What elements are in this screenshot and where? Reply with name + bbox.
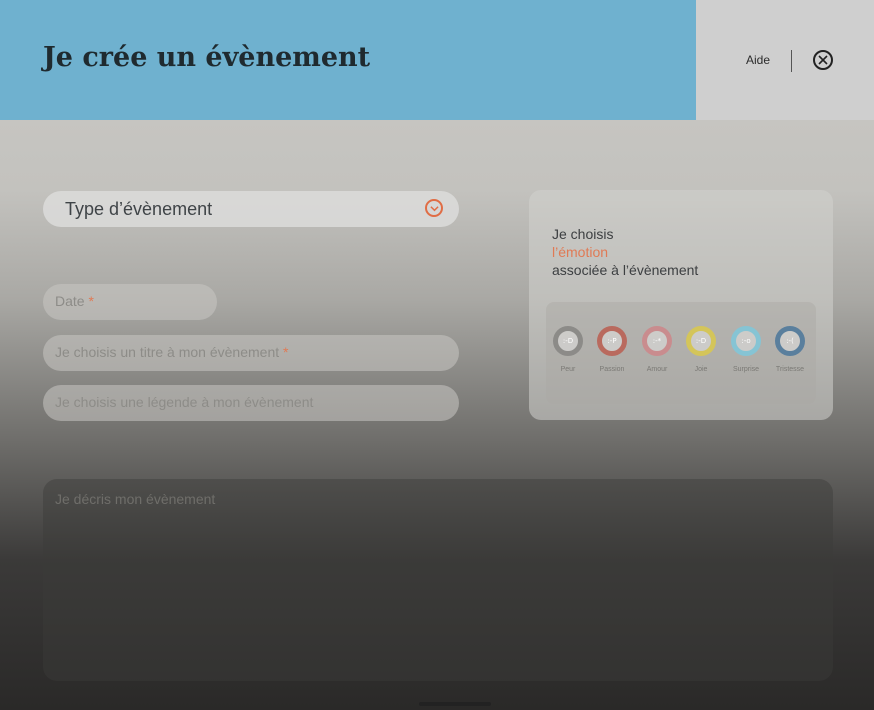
emotion-label: Peur <box>560 366 576 373</box>
emotion-passion-icon: :-P <box>597 326 627 356</box>
description-placeholder: Je décris mon évènement <box>55 491 216 507</box>
chevron-glyph <box>429 205 439 211</box>
emotion-surprise-icon: :-o <box>731 326 761 356</box>
emotion-passion[interactable]: :-P Passion <box>592 326 632 373</box>
legend-field[interactable]: Je choisis une légende à mon évènement <box>43 385 459 421</box>
required-mark: * <box>88 293 94 309</box>
emotion-label: Passion <box>599 366 625 373</box>
emotion-tristesse-icon: :-( <box>775 326 805 356</box>
page-title: Je crée un évènement <box>43 42 371 73</box>
home-indicator <box>419 702 491 706</box>
emotion-surprise[interactable]: :-o Surprise <box>726 326 766 373</box>
close-icon[interactable] <box>813 50 833 70</box>
event-type-select[interactable]: Type d’évènement <box>43 191 459 227</box>
emotion-tristesse[interactable]: :-( Tristesse <box>770 326 810 373</box>
header-bar: Je crée un évènement <box>0 0 696 120</box>
emotion-amour[interactable]: :-* Amour <box>637 326 677 373</box>
emotion-prompt: Je choisis l’émotion associée à l’évènem… <box>552 225 698 279</box>
emotion-label: Joie <box>694 366 708 373</box>
face-glyph: :-* <box>652 337 662 345</box>
header-actions: Aide <box>696 0 874 120</box>
emotion-joie-icon: :-D <box>686 326 716 356</box>
emotion-joie[interactable]: :-D Joie <box>681 326 721 373</box>
emotion-peur-icon: :-D <box>553 326 583 356</box>
emotion-prompt-line3: associée à l’évènement <box>552 262 699 278</box>
description-textarea[interactable]: Je décris mon évènement <box>43 479 833 681</box>
face-glyph: :-D <box>695 337 707 345</box>
date-placeholder: Date * <box>55 293 94 309</box>
date-label: Date <box>55 293 85 309</box>
required-mark: * <box>283 344 289 360</box>
help-link[interactable]: Aide <box>746 53 770 67</box>
title-field[interactable]: Je choisis un titre à mon évènement * <box>43 335 459 371</box>
close-x-glyph <box>818 55 828 65</box>
emotion-peur[interactable]: :-D Peur <box>548 326 588 373</box>
emotion-card: Je choisis l’émotion associée à l’évènem… <box>529 190 833 420</box>
emotion-prompt-line1: Je choisis <box>552 226 614 242</box>
emotion-tray: :-D Peur :-P Passion :-* Amour :-D Joie … <box>546 302 816 404</box>
legend-placeholder: Je choisis une légende à mon évènement <box>55 394 314 410</box>
title-placeholder: Je choisis un titre à mon évènement * <box>55 344 288 360</box>
emotion-prompt-accent: l’émotion <box>552 244 609 260</box>
chevron-down-icon[interactable] <box>425 199 443 217</box>
face-glyph: :-o <box>741 337 751 345</box>
event-type-label: Type d’évènement <box>65 199 213 219</box>
emotion-label: Surprise <box>732 366 760 373</box>
face-glyph: :-P <box>607 337 617 345</box>
date-field[interactable]: Date * <box>43 284 217 320</box>
face-glyph: :-( <box>786 337 794 345</box>
emotion-amour-icon: :-* <box>642 326 672 356</box>
emotion-label: Amour <box>646 366 668 373</box>
header-divider <box>791 50 792 72</box>
title-label: Je choisis un titre à mon évènement <box>55 344 280 360</box>
face-glyph: :-D <box>562 337 574 345</box>
emotion-label: Tristesse <box>775 366 805 373</box>
